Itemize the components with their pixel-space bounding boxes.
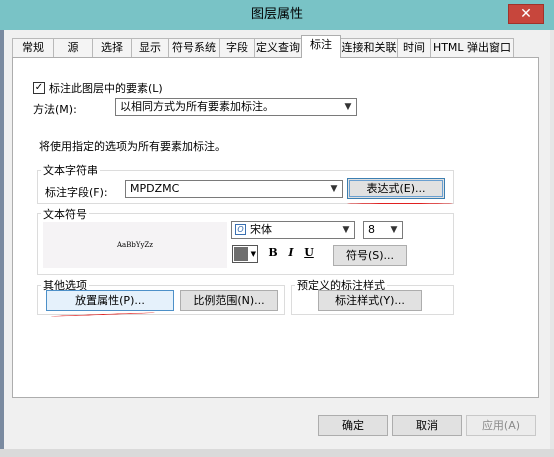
chevron-down-icon: ▼ bbox=[390, 225, 398, 235]
chevron-down-icon: ▼ bbox=[330, 184, 338, 194]
chevron-down-icon: ▼ bbox=[342, 225, 350, 235]
apply-button[interactable]: 应用(A) bbox=[466, 415, 536, 436]
tab-labels[interactable]: 标注 bbox=[301, 35, 341, 58]
size-value: 8 bbox=[368, 223, 375, 236]
label-features-label: 标注此图层中的要素(L) bbox=[49, 82, 163, 95]
info-text: 将使用指定的选项为所有要素加标注。 bbox=[39, 140, 226, 153]
color-picker[interactable]: ▼ bbox=[232, 245, 258, 263]
symbol-preview: AaBbYyZz bbox=[43, 222, 227, 268]
placement-properties-button[interactable]: 放置属性(P)... bbox=[46, 290, 174, 311]
label-styles-button[interactable]: 标注样式(Y)... bbox=[318, 290, 422, 311]
method-label: 方法(M): bbox=[33, 103, 77, 116]
color-swatch bbox=[234, 247, 248, 261]
size-dropdown[interactable]: 8 ▼ bbox=[363, 221, 403, 239]
chevron-down-icon: ▼ bbox=[344, 102, 352, 112]
tab-fields[interactable]: 字段 bbox=[219, 38, 255, 57]
text-symbol-group-title: 文本符号 bbox=[41, 206, 89, 222]
cancel-button[interactable]: 取消 bbox=[392, 415, 462, 436]
method-value: 以相同方式为所有要素加标注。 bbox=[120, 100, 274, 113]
tab-definition-query[interactable]: 定义查询 bbox=[254, 38, 302, 57]
tab-joins-relates[interactable]: 连接和关联 bbox=[340, 38, 398, 57]
label-field-dropdown[interactable]: MPDZMC ▼ bbox=[125, 180, 343, 198]
font-dropdown[interactable]: O 宋体 ▼ bbox=[231, 221, 355, 239]
scale-range-button[interactable]: 比例范围(N)... bbox=[180, 290, 278, 311]
bold-button[interactable]: B bbox=[265, 246, 281, 262]
tab-time[interactable]: 时间 bbox=[397, 38, 431, 57]
symbol-button[interactable]: 符号(S)... bbox=[333, 245, 407, 266]
underline-button[interactable]: U bbox=[301, 246, 317, 262]
tab-general[interactable]: 常规 bbox=[12, 38, 54, 57]
font-value: 宋体 bbox=[250, 223, 272, 236]
font-type-icon: O bbox=[235, 224, 246, 235]
tab-source[interactable]: 源 bbox=[53, 38, 93, 57]
tab-display[interactable]: 显示 bbox=[131, 38, 169, 57]
ok-button[interactable]: 确定 bbox=[318, 415, 388, 436]
window-title: 图层属性 bbox=[250, 7, 303, 22]
chevron-down-icon: ▼ bbox=[250, 250, 256, 258]
expression-button[interactable]: 表达式(E)... bbox=[347, 178, 445, 199]
labels-tab-panel: ✓ 标注此图层中的要素(L) 方法(M): 以相同方式为所有要素加标注。 ▼ 将… bbox=[12, 57, 539, 398]
label-features-checkbox[interactable]: ✓ bbox=[33, 82, 45, 94]
annotation-underline bbox=[347, 203, 453, 204]
tab-selection[interactable]: 选择 bbox=[92, 38, 132, 57]
preview-text: AaBbYyZz bbox=[117, 241, 153, 249]
background-map-strip bbox=[0, 449, 554, 457]
tab-html-popup[interactable]: HTML 弹出窗口 bbox=[430, 38, 514, 57]
method-dropdown[interactable]: 以相同方式为所有要素加标注。 ▼ bbox=[115, 98, 357, 116]
close-button[interactable]: ✕ bbox=[508, 4, 544, 24]
label-field-value: MPDZMC bbox=[130, 182, 180, 195]
label-field-label: 标注字段(F): bbox=[45, 186, 108, 199]
tab-symbology[interactable]: 符号系统 bbox=[168, 38, 220, 57]
text-string-group-title: 文本字符串 bbox=[41, 162, 100, 178]
background-strip bbox=[550, 30, 554, 453]
italic-button[interactable]: I bbox=[283, 246, 299, 262]
